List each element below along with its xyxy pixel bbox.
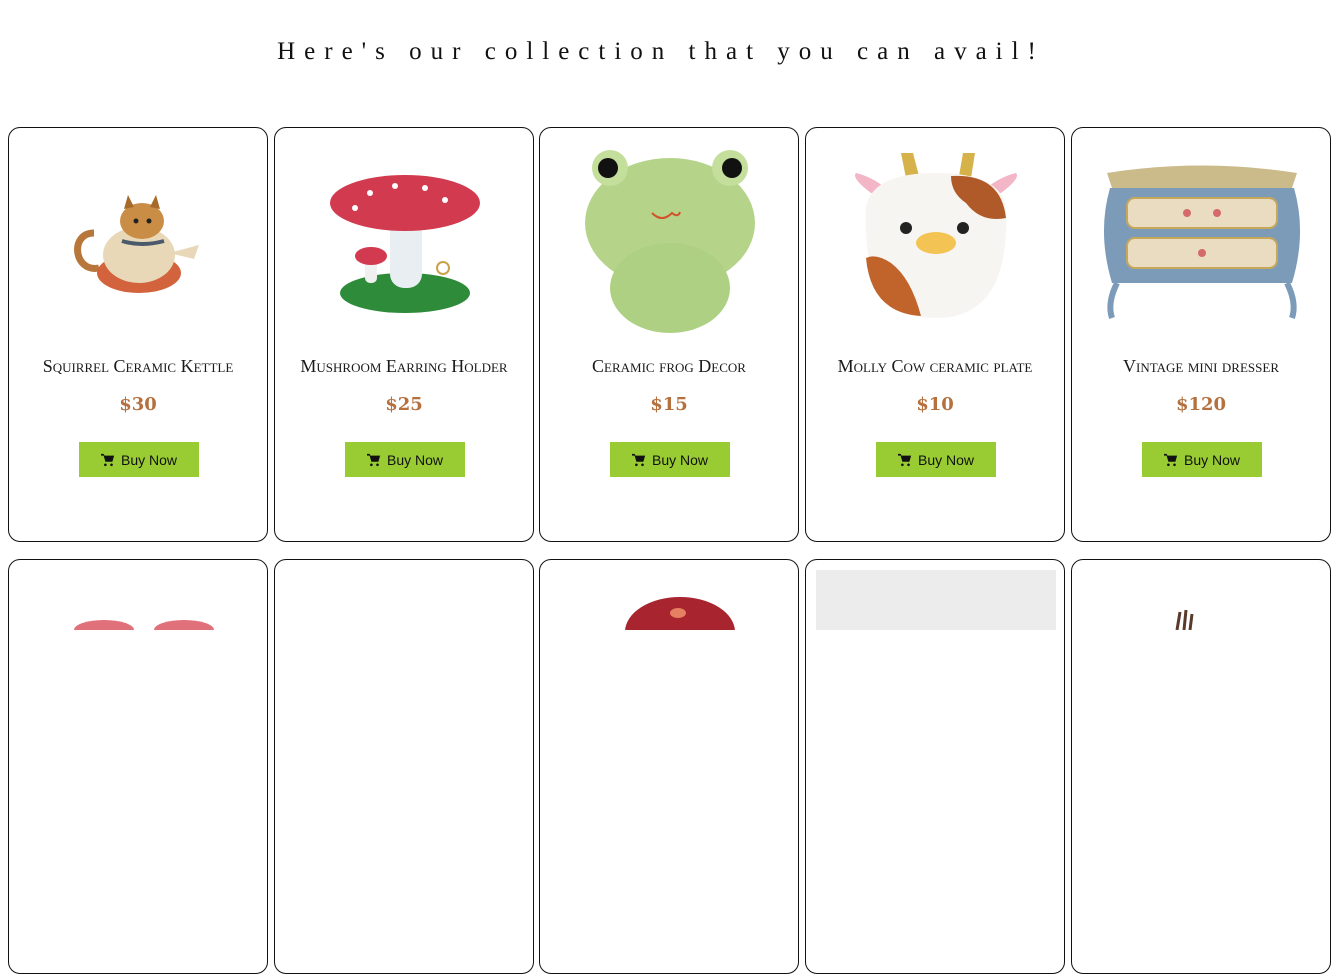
- product-price: $30: [119, 394, 157, 415]
- product-card: Mushroom Earring Holder $25 Buy Now: [274, 127, 534, 542]
- product-card: [539, 559, 799, 974]
- product-card: Ceramic frog Decor $15 Buy Now: [539, 127, 799, 542]
- product-card: Molly Cow ceramic plate $10 Buy Now: [805, 127, 1065, 542]
- product-image-squirrel-kettle[interactable]: [19, 138, 259, 338]
- shopping-cart-icon: [897, 453, 912, 466]
- product-name: Mushroom Earring Holder: [300, 356, 508, 376]
- product-image-cow-plate[interactable]: [816, 138, 1056, 338]
- product-image[interactable]: [550, 570, 790, 667]
- buy-now-button[interactable]: Buy Now: [345, 442, 465, 477]
- product-image-mushroom-holder[interactable]: [285, 138, 525, 338]
- page-heading: Here's our collection that you can avail…: [277, 38, 1045, 65]
- shopping-cart-icon: [100, 453, 115, 466]
- product-card: [8, 559, 268, 974]
- buy-now-button[interactable]: Buy Now: [610, 442, 730, 477]
- product-image[interactable]: [19, 570, 259, 640]
- buy-now-label: Buy Now: [917, 451, 975, 468]
- product-image-frog-decor[interactable]: [550, 138, 790, 338]
- product-name: Molly Cow ceramic plate: [837, 356, 1033, 376]
- shopping-cart-icon: [366, 453, 381, 466]
- buy-now-label: Buy Now: [1183, 451, 1241, 468]
- product-image-mini-dresser[interactable]: [1082, 138, 1322, 338]
- shopping-cart-icon: [631, 453, 646, 466]
- buy-now-label: Buy Now: [651, 451, 709, 468]
- product-name: Ceramic frog Decor: [592, 356, 746, 376]
- product-card: [274, 559, 534, 974]
- buy-now-button[interactable]: Buy Now: [1142, 442, 1262, 477]
- product-price: $10: [916, 394, 954, 415]
- shopping-cart-icon: [1163, 453, 1178, 466]
- product-image[interactable]: [1082, 570, 1322, 631]
- product-card: Vintage mini dresser $120 Buy Now: [1071, 127, 1331, 542]
- buy-now-button[interactable]: Buy Now: [876, 442, 996, 477]
- buy-now-button[interactable]: Buy Now: [79, 442, 199, 477]
- product-card: Squirrel Ceramic Kettle $30 Buy Now: [8, 127, 268, 542]
- product-name: Squirrel Ceramic Kettle: [42, 356, 234, 376]
- buy-now-label: Buy Now: [386, 451, 444, 468]
- product-image-placeholder[interactable]: [816, 570, 1056, 630]
- product-card: [805, 559, 1065, 974]
- buy-now-label: Buy Now: [120, 451, 178, 468]
- product-card: [1071, 559, 1331, 974]
- product-name: Vintage mini dresser: [1122, 356, 1279, 376]
- product-price: $25: [385, 394, 423, 415]
- product-price: $120: [1175, 394, 1227, 415]
- product-price: $15: [650, 394, 688, 415]
